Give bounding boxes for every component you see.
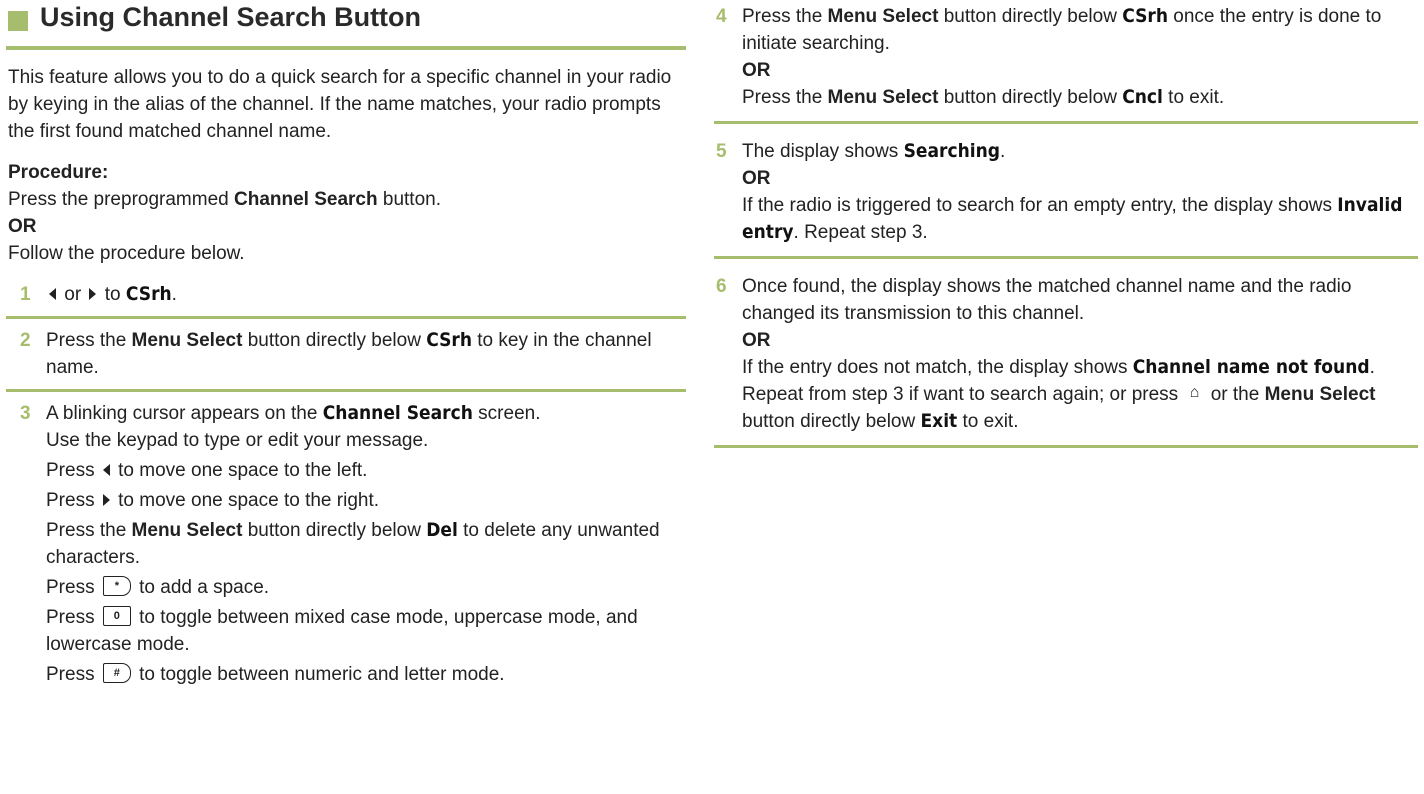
- heading-square-icon: [8, 11, 28, 31]
- step-5: 5 The display shows Searching. OR If the…: [714, 124, 1418, 259]
- right-arrow-icon: [89, 287, 97, 300]
- or-label: OR: [742, 168, 771, 189]
- step-number: 2: [20, 330, 31, 351]
- step-3: 3 A blinking cursor appears on the Chann…: [20, 402, 660, 685]
- procedure-label: Procedure:: [8, 162, 109, 183]
- procedure-block: Procedure: Press the preprogrammed Chann…: [6, 159, 686, 267]
- or-label: OR: [8, 216, 37, 237]
- intro-paragraph: This feature allows you to do a quick se…: [8, 67, 672, 142]
- right-arrow-icon: [102, 493, 110, 506]
- section-heading: Using Channel Search Button: [6, 0, 686, 50]
- or-label: OR: [742, 60, 771, 81]
- step-6: 6 Once found, the display shows the matc…: [714, 259, 1418, 448]
- step-number: 6: [716, 276, 727, 297]
- left-column: Using Channel Search Button This feature…: [6, 0, 686, 688]
- step-1: 1 or to CSrh.: [6, 279, 686, 319]
- step-number: 3: [20, 403, 31, 424]
- follow-line: Follow the procedure below.: [8, 243, 245, 264]
- hash-key-icon: #: [102, 663, 131, 684]
- step-4: 4 Press the Menu Select button directly …: [714, 0, 1418, 124]
- right-column: 4 Press the Menu Select button directly …: [714, 0, 1418, 448]
- step-2: 2 Press the Menu Select button directly …: [6, 319, 686, 392]
- star-key-icon: *: [102, 576, 131, 597]
- left-arrow-icon: [102, 463, 110, 476]
- or-label: OR: [742, 330, 771, 351]
- home-icon: ⌂: [1189, 384, 1200, 402]
- step-number: 5: [716, 141, 727, 162]
- heading-title: Using Channel Search Button: [40, 2, 422, 32]
- left-arrow-icon: [49, 287, 56, 300]
- step-number: 4: [716, 6, 727, 27]
- procedure-press-line: Press the preprogrammed Channel Search b…: [8, 189, 441, 210]
- zero-key-icon: 0: [102, 606, 131, 627]
- step-number: 1: [20, 284, 31, 305]
